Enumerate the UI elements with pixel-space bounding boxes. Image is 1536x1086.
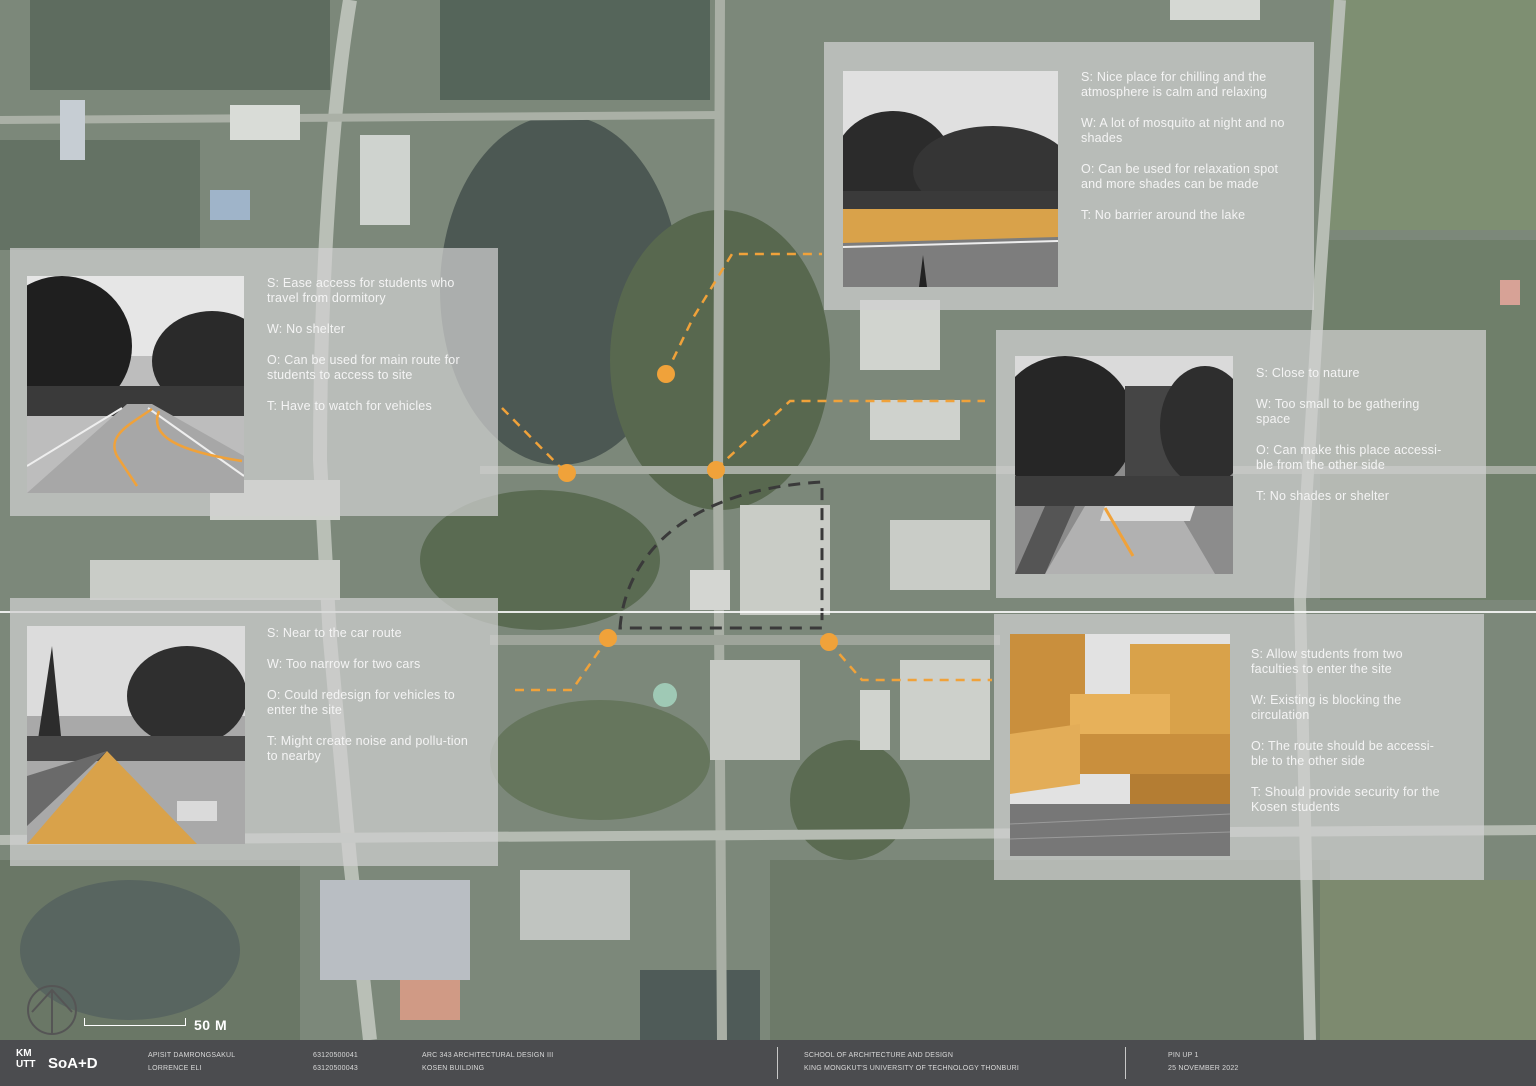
university-name: KING MONGKUT'S UNIVERSITY OF TECHNOLOGY … xyxy=(804,1065,1020,1072)
footer-separator xyxy=(777,1047,778,1079)
swot-strength: S: Nice place for chilling and the atmos… xyxy=(1081,70,1268,99)
student-id-2: 63120500043 xyxy=(313,1065,359,1072)
swot-weakness: W: No shelter xyxy=(267,322,346,336)
swot-threat: T: Should provide security for the Kosen… xyxy=(1251,785,1440,814)
swot-text-nature-path: S: Close to nature W: Too small to be ga… xyxy=(1256,366,1456,520)
access-point-3 xyxy=(707,461,725,479)
swot-strength: S: Near to the car route xyxy=(267,626,402,640)
swot-threat: T: No shades or shelter xyxy=(1256,489,1390,503)
swot-opportunity: O: Can be used for relaxation spot and m… xyxy=(1081,162,1279,191)
pinup-label: PIN UP 1 xyxy=(1168,1052,1199,1059)
swot-weakness: W: Existing is blocking the circulation xyxy=(1251,693,1402,722)
swot-panel-faculty-entrance: S: Allow students from two faculties to … xyxy=(994,614,1484,880)
swot-opportunity: O: The route should be accessi-ble to th… xyxy=(1251,739,1435,768)
swot-threat: T: Might create noise and pollu-tion to … xyxy=(267,734,469,763)
swot-panel-dormitory-route: S: Ease access for students who travel f… xyxy=(10,248,498,516)
access-point-1 xyxy=(657,365,675,383)
swot-text-faculty-entrance: S: Allow students from two faculties to … xyxy=(1251,647,1451,831)
swot-text-dormitory-route: S: Ease access for students who travel f… xyxy=(267,276,477,430)
swot-strength: S: Close to nature xyxy=(1256,366,1360,380)
swot-threat: T: No barrier around the lake xyxy=(1081,208,1246,222)
swot-weakness: W: Too narrow for two cars xyxy=(267,657,421,671)
student-name-1: APISIT DAMRONGSAKUL xyxy=(148,1052,236,1059)
project-title: KOSEN BUILDING xyxy=(422,1065,485,1072)
soad-logo: SoA+D xyxy=(48,1055,98,1072)
kmutt-logo: KM UTT xyxy=(16,1048,36,1070)
swot-opportunity: O: Could redesign for vehicles to enter … xyxy=(267,688,455,717)
school-name: SCHOOL OF ARCHITECTURE AND DESIGN xyxy=(804,1052,954,1059)
course-title: ARC 343 ARCHITECTURAL DESIGN III xyxy=(422,1052,554,1059)
title-block-footer: KM UTT SoA+D APISIT DAMRONGSAKUL LORRENC… xyxy=(0,1040,1536,1086)
scale-bar xyxy=(84,1018,186,1026)
swot-strength: S: Ease access for students who travel f… xyxy=(267,276,455,305)
access-point-5 xyxy=(820,633,838,651)
swot-threat: T: Have to watch for vehicles xyxy=(267,399,432,413)
swot-weakness: W: A lot of mosquito at night and no sha… xyxy=(1081,116,1285,145)
site-analysis-board: S: Nice place for chilling and the atmos… xyxy=(0,0,1536,1086)
north-arrow-icon xyxy=(27,985,77,1035)
swot-panel-lake: S: Nice place for chilling and the atmos… xyxy=(824,42,1314,310)
photo-lake-road xyxy=(843,71,1058,287)
swot-text-car-route: S: Near to the car route W: Too narrow f… xyxy=(267,626,477,780)
footer-separator xyxy=(1125,1047,1126,1079)
scale-label: 50 M xyxy=(194,1017,228,1033)
access-point-4 xyxy=(599,629,617,647)
swot-opportunity: O: Can make this place accessi-ble from … xyxy=(1256,443,1442,472)
photo-tree-lined-road xyxy=(27,276,244,493)
swot-text-lake: S: Nice place for chilling and the atmos… xyxy=(1081,70,1291,239)
swot-panel-nature-path: S: Close to nature W: Too small to be ga… xyxy=(996,330,1486,598)
photo-nature-path xyxy=(1015,356,1233,574)
pinup-date: 25 NOVEMBER 2022 xyxy=(1168,1065,1239,1072)
photo-car-route xyxy=(27,626,245,844)
swot-opportunity: O: Can be used for main route for studen… xyxy=(267,353,460,382)
swot-panel-car-route: S: Near to the car route W: Too narrow f… xyxy=(10,598,498,866)
swot-weakness: W: Too small to be gathering space xyxy=(1256,397,1420,426)
student-id-1: 63120500041 xyxy=(313,1052,359,1059)
photo-faculty-entrance xyxy=(1010,634,1230,856)
swot-strength: S: Allow students from two faculties to … xyxy=(1251,647,1403,676)
access-point-2 xyxy=(558,464,576,482)
student-name-2: LORRENCE ELI xyxy=(148,1065,202,1072)
